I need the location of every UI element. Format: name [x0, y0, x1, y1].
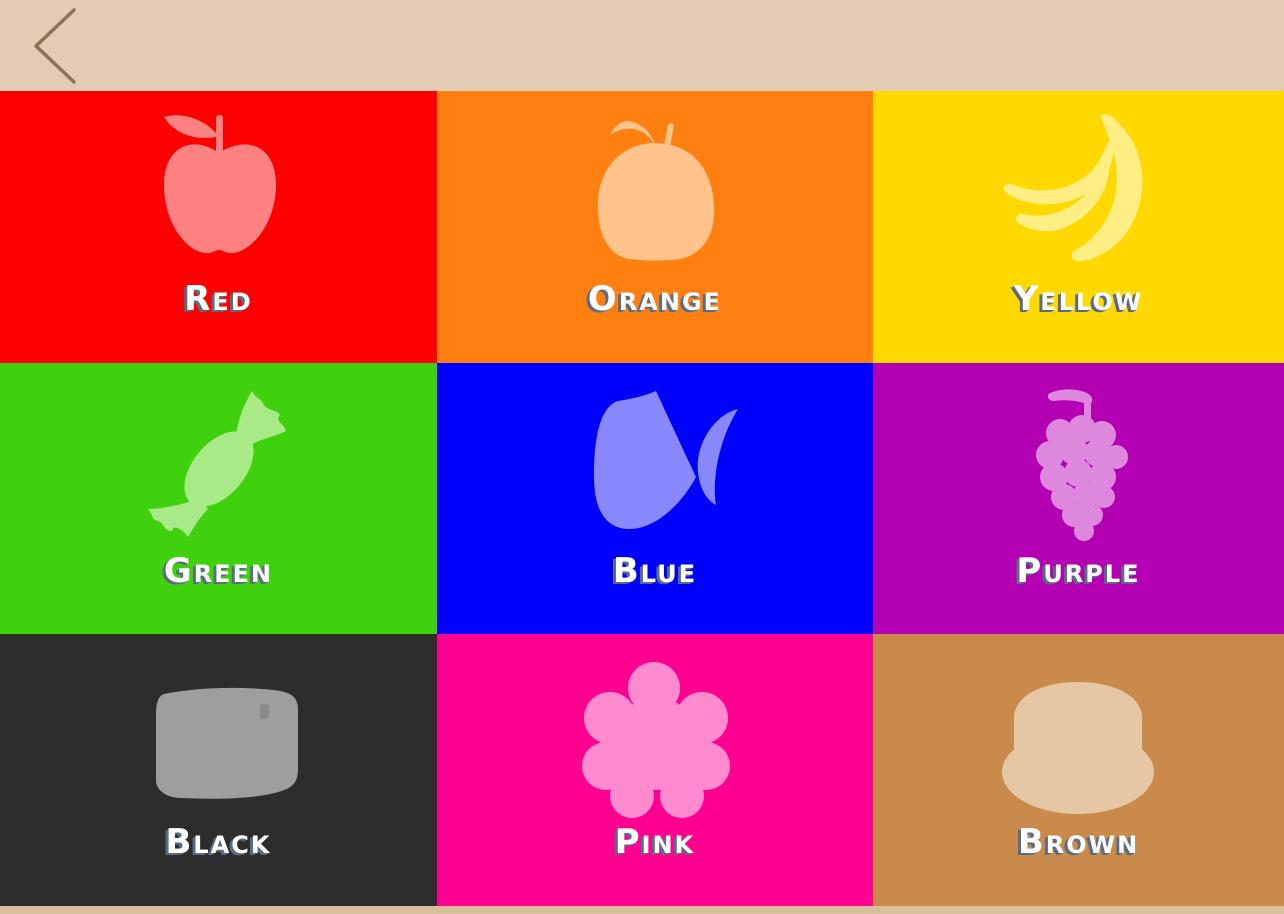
- orange-fruit-icon: [597, 121, 715, 261]
- stone-icon: [155, 687, 298, 799]
- top-bar: [0, 0, 1284, 91]
- color-label: Yellow: [1013, 279, 1144, 319]
- color-label: Purple: [1016, 551, 1141, 591]
- color-label: Blue: [612, 551, 698, 591]
- color-label: Pink: [614, 822, 696, 862]
- color-tile-black[interactable]: Black: [0, 634, 437, 906]
- color-tile-yellow[interactable]: Yellow: [873, 91, 1284, 363]
- color-grid: Red Orange Yellow Green Blue Purple Blac…: [0, 91, 1284, 906]
- candy-icon: [147, 391, 286, 537]
- banana-icon: [1003, 114, 1142, 262]
- bottom-strip: [0, 906, 1284, 914]
- fish-icon: [594, 391, 738, 530]
- color-tile-pink[interactable]: Pink: [437, 634, 873, 906]
- color-label: Orange: [587, 279, 723, 319]
- color-label: Black: [165, 822, 272, 862]
- color-tile-green[interactable]: Green: [0, 363, 437, 634]
- color-tile-purple[interactable]: Purple: [873, 363, 1284, 634]
- chevron-left-icon: [34, 8, 76, 84]
- flower-icon: [582, 662, 730, 818]
- grapes-icon: [1035, 389, 1128, 541]
- color-tile-red[interactable]: Red: [0, 91, 437, 363]
- color-label: Brown: [1017, 822, 1140, 862]
- color-label: Green: [163, 551, 274, 591]
- cake-icon: [1001, 682, 1154, 814]
- color-tile-blue[interactable]: Blue: [437, 363, 873, 634]
- color-tile-brown[interactable]: Brown: [873, 634, 1284, 906]
- apple-icon: [163, 115, 276, 254]
- color-tile-orange[interactable]: Orange: [437, 91, 873, 363]
- back-button[interactable]: [22, 6, 86, 86]
- color-label: Red: [184, 279, 253, 319]
